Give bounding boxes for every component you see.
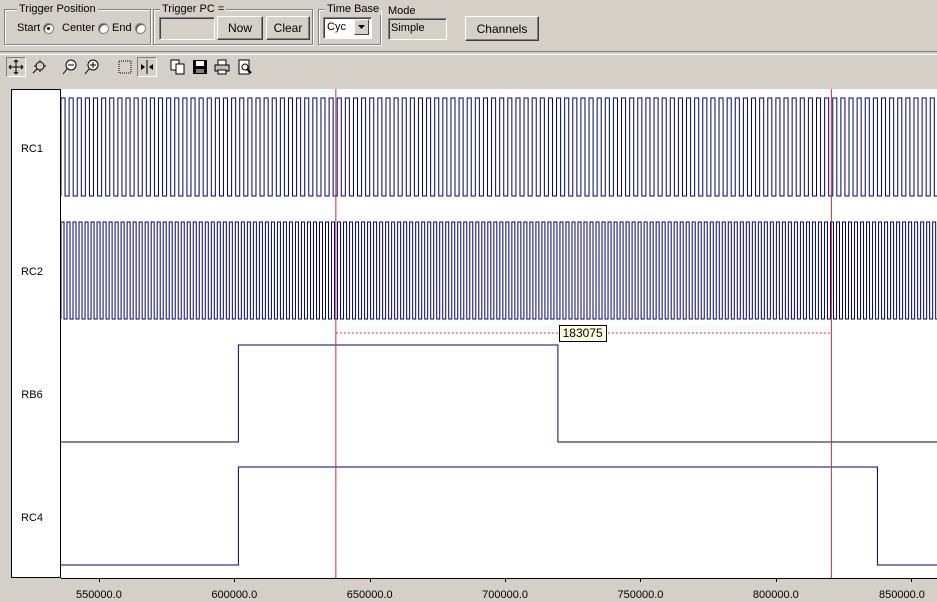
x-tick-label: 850000.0 (879, 589, 925, 601)
waveform-plot[interactable] (61, 89, 937, 578)
radio-end-label: End (112, 22, 132, 34)
time-base-value: Cyc (327, 21, 346, 33)
trigger-position-label: Trigger Position (17, 3, 98, 15)
radio-center-button[interactable] (98, 22, 110, 34)
x-tick-label: 750000.0 (617, 589, 664, 601)
channel-label-rb6[interactable]: RB6 (12, 389, 52, 401)
copy-icon (170, 59, 185, 75)
x-tick-label: 800000.0 (752, 589, 799, 601)
zoom-in-button[interactable] (82, 57, 102, 77)
cursor-delta-label: 183075 (558, 325, 607, 342)
x-tick-mark (640, 578, 642, 582)
mode-field: Simple (388, 18, 447, 40)
x-tick-label: 650000.0 (346, 589, 393, 601)
channel-label-panel (11, 89, 61, 578)
x-tick-mark (775, 578, 777, 582)
radio-start[interactable]: Start (17, 22, 55, 34)
now-button[interactable]: Now (217, 16, 263, 40)
save-icon (193, 60, 207, 74)
time-base-select[interactable]: Cyc (323, 17, 372, 39)
save-button[interactable] (190, 57, 210, 77)
trigger-position-group: Trigger Position Start Center End (4, 3, 151, 45)
x-tick-mark (505, 578, 507, 582)
x-tick-mark (369, 578, 371, 582)
mode-label: Mode (388, 5, 416, 17)
channels-button[interactable]: Channels (465, 16, 539, 41)
copy-button[interactable] (168, 57, 188, 77)
move-tool-button[interactable] (6, 57, 26, 77)
print-icon (214, 59, 230, 75)
time-base-label: Time Base (325, 3, 382, 15)
cursor-marker-button[interactable] (137, 57, 157, 77)
radio-center[interactable]: Center (62, 22, 110, 34)
x-tick-mark (911, 578, 913, 582)
dropdown-button[interactable] (354, 19, 369, 35)
radio-center-label: Center (62, 22, 96, 34)
chevron-down-icon (358, 25, 365, 29)
toolbar-divider (0, 51, 937, 55)
move-icon (8, 59, 24, 75)
select-region-icon (118, 60, 132, 74)
x-tick-mark (234, 578, 236, 582)
x-tick-mark (98, 578, 100, 582)
channel-label-rc4[interactable]: RC4 (12, 512, 52, 524)
zoom-fit-icon (32, 60, 46, 74)
channel-label-rc1[interactable]: RC1 (12, 143, 52, 155)
print-preview-button[interactable] (235, 57, 255, 77)
radio-start-label: Start (17, 22, 41, 34)
radio-end[interactable]: End (112, 22, 146, 34)
x-tick-label: 600000.0 (211, 589, 258, 601)
x-tick-label: 550000.0 (75, 589, 122, 601)
clear-button[interactable]: Clear (266, 16, 310, 40)
cursor-marker-icon (141, 60, 153, 74)
print-button[interactable] (212, 57, 232, 77)
zoom-fit-button[interactable] (29, 57, 49, 77)
trigger-pc-input[interactable] (159, 17, 215, 40)
mode-value: Simple (391, 22, 425, 34)
x-tick-label: 700000.0 (482, 589, 529, 601)
channel-label-rc2[interactable]: RC2 (12, 266, 52, 278)
zoom-out-icon (62, 59, 77, 75)
zoom-out-button[interactable] (60, 57, 80, 77)
print-preview-icon (238, 59, 252, 75)
radio-start-button[interactable] (43, 22, 55, 34)
radio-end-button[interactable] (134, 22, 146, 34)
trigger-pc-label: Trigger PC = (160, 3, 227, 15)
select-region-button[interactable] (115, 57, 135, 77)
zoom-in-icon (84, 59, 99, 75)
